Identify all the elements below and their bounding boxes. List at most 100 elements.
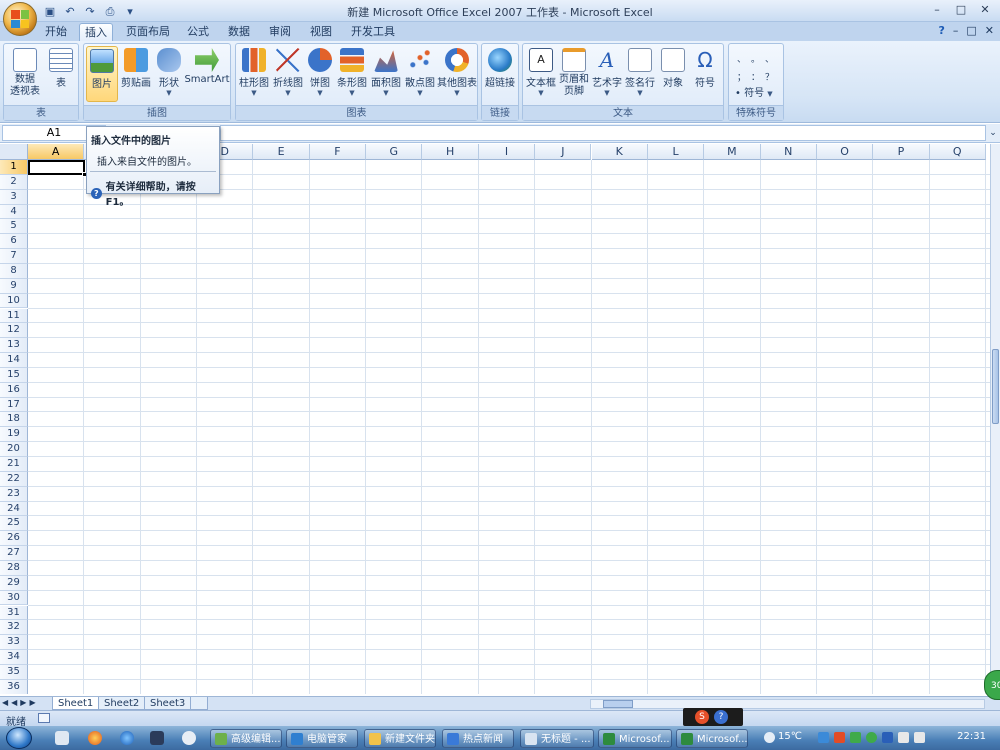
row-header-12[interactable]: 12: [0, 323, 28, 339]
row-header-19[interactable]: 19: [0, 427, 28, 443]
sheet-tab-1[interactable]: Sheet1: [52, 697, 100, 710]
select-all-corner[interactable]: [0, 144, 28, 160]
row-header-25[interactable]: 25: [0, 516, 28, 532]
sheet-tab-3[interactable]: Sheet3: [144, 697, 192, 710]
clip-art-button[interactable]: 剪贴画: [120, 46, 152, 89]
floating-badge[interactable]: 30: [984, 670, 1000, 700]
show-desktop-icon[interactable]: [55, 731, 69, 745]
row-header-11[interactable]: 11: [0, 308, 28, 324]
horizontal-scroll-thumb[interactable]: [603, 700, 633, 708]
task-excel-2[interactable]: Microsof...: [676, 729, 748, 748]
row-header-17[interactable]: 17: [0, 397, 28, 413]
film-reel-icon[interactable]: [182, 731, 196, 745]
column-header-a[interactable]: A: [28, 144, 85, 160]
column-header-p[interactable]: P: [873, 144, 930, 160]
ribbon-restore-button[interactable]: □: [966, 24, 976, 37]
row-header-27[interactable]: 27: [0, 546, 28, 561]
symbol-item[interactable]: 。: [751, 52, 765, 65]
tab-page-layout[interactable]: 页面布局: [122, 23, 174, 41]
column-header-q[interactable]: Q: [929, 144, 986, 160]
tab-data[interactable]: 数据: [223, 23, 255, 41]
weather-icon[interactable]: [764, 732, 775, 743]
column-header-n[interactable]: N: [760, 144, 817, 160]
tab-insert[interactable]: 插入: [79, 23, 113, 41]
row-header-28[interactable]: 28: [0, 560, 28, 576]
column-chart-button[interactable]: 柱形图 ▼: [237, 46, 271, 97]
tab-formulas[interactable]: 公式: [182, 23, 214, 41]
signature-line-button[interactable]: 签名行 ▼: [623, 46, 657, 97]
picture-button[interactable]: 图片: [86, 46, 118, 102]
row-header-16[interactable]: 16: [0, 382, 28, 398]
macro-record-icon[interactable]: [38, 713, 50, 723]
row-header-29[interactable]: 29: [0, 575, 28, 591]
column-header-o[interactable]: O: [816, 144, 874, 160]
maximize-button[interactable]: □: [950, 2, 972, 18]
wordart-button[interactable]: A 艺术字 ▼: [591, 46, 623, 97]
row-header-23[interactable]: 23: [0, 486, 28, 502]
volume-icon[interactable]: [914, 732, 925, 743]
column-header-g[interactable]: G: [366, 144, 423, 160]
row-header-14[interactable]: 14: [0, 353, 28, 368]
column-header-k[interactable]: K: [591, 144, 648, 160]
row-header-3[interactable]: 3: [0, 189, 28, 205]
help-icon[interactable]: ?: [938, 24, 944, 37]
task-untitled-paint[interactable]: 无标题 - ...: [520, 729, 594, 748]
row-header-30[interactable]: 30: [0, 590, 28, 606]
input-method-bar[interactable]: S ?: [683, 708, 743, 726]
sheet-tab-2[interactable]: Sheet2: [98, 697, 146, 710]
horizontal-scrollbar[interactable]: [590, 699, 985, 709]
row-header-7[interactable]: 7: [0, 249, 28, 264]
tray-app-icon[interactable]: [818, 732, 829, 743]
other-charts-button[interactable]: 其他图表 ▼: [437, 46, 477, 97]
column-header-l[interactable]: L: [647, 144, 705, 160]
ime-help-icon[interactable]: ?: [714, 710, 728, 724]
start-button[interactable]: [6, 727, 32, 749]
row-header-33[interactable]: 33: [0, 635, 28, 651]
worksheet-grid[interactable]: ABCDEFGHIJKLMNOPQ12345678910111213141516…: [0, 144, 990, 694]
tab-view[interactable]: 视图: [305, 23, 337, 41]
active-cell[interactable]: [28, 160, 85, 175]
special-symbol-button[interactable]: • 符号 ▼: [735, 84, 773, 99]
row-header-6[interactable]: 6: [0, 234, 28, 250]
symbol-item[interactable]: ：: [751, 70, 765, 83]
task-new-folder[interactable]: 新建文件夹: [364, 729, 436, 748]
symbol-item[interactable]: ？: [765, 70, 779, 83]
row-header-5[interactable]: 5: [0, 219, 28, 235]
row-header-31[interactable]: 31: [0, 605, 28, 621]
symbol-button[interactable]: Ω 符号: [689, 46, 721, 89]
row-header-20[interactable]: 20: [0, 442, 28, 457]
row-header-18[interactable]: 18: [0, 412, 28, 428]
close-button[interactable]: ✕: [974, 2, 996, 18]
row-header-2[interactable]: 2: [0, 174, 28, 190]
row-header-21[interactable]: 21: [0, 457, 28, 472]
task-hot-news[interactable]: 热点新闻: [442, 729, 514, 748]
table-button[interactable]: 表: [46, 46, 76, 89]
pivot-table-button[interactable]: 数据 透视表: [6, 46, 44, 98]
task-pc-manager[interactable]: 电脑管家: [286, 729, 358, 748]
row-header-24[interactable]: 24: [0, 501, 28, 517]
symbol-item[interactable]: 、: [737, 52, 751, 65]
insert-sheet-icon[interactable]: [190, 697, 208, 710]
tray-app-icon[interactable]: [866, 732, 877, 743]
header-footer-button[interactable]: 页眉和 页脚: [558, 46, 590, 98]
row-header-35[interactable]: 35: [0, 664, 28, 680]
row-header-36[interactable]: 36: [0, 679, 28, 694]
text-box-button[interactable]: A 文本框 ▼: [524, 46, 558, 97]
row-header-10[interactable]: 10: [0, 293, 28, 309]
row-header-34[interactable]: 34: [0, 650, 28, 665]
column-header-h[interactable]: H: [422, 144, 479, 160]
line-chart-button[interactable]: 折线图 ▼: [271, 46, 305, 97]
row-header-8[interactable]: 8: [0, 263, 28, 279]
tab-home[interactable]: 开始: [40, 23, 72, 41]
ribbon-minimize-button[interactable]: –: [953, 24, 959, 37]
row-header-26[interactable]: 26: [0, 531, 28, 547]
firefox-icon[interactable]: [88, 731, 102, 745]
ribbon-close-button[interactable]: ✕: [985, 24, 994, 37]
smartart-button[interactable]: SmartArt: [184, 46, 230, 85]
sheet-nav-arrows-icon[interactable]: ◀◀▶▶: [2, 698, 39, 707]
ie-icon[interactable]: [120, 731, 134, 745]
clock[interactable]: 22:31: [957, 731, 986, 742]
sogou-icon[interactable]: S: [695, 710, 709, 724]
hyperlink-button[interactable]: 超链接: [483, 46, 517, 89]
task-excel-1[interactable]: Microsof...: [598, 729, 672, 748]
